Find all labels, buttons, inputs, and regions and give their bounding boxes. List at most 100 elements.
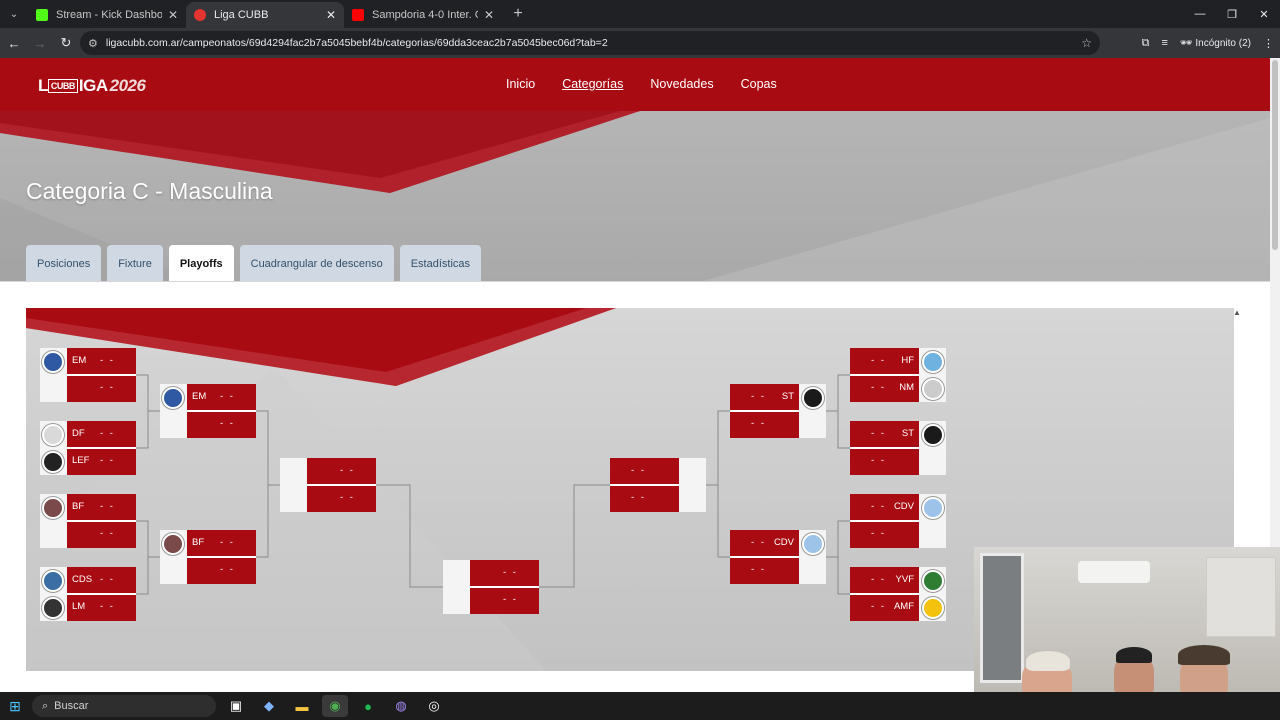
close-tab-icon[interactable]: ✕	[168, 8, 178, 22]
bracket-match[interactable]: BF - - - -	[40, 494, 136, 548]
youtube-favicon-icon	[352, 9, 364, 21]
close-tab-icon[interactable]: ✕	[484, 8, 494, 22]
browser-tab-title: Liga CUBB	[214, 9, 269, 21]
browser-tab-youtube[interactable]: Sampdoria 4-0 Inter. Gol de Cr ✕	[344, 2, 502, 28]
browser-tab-kick[interactable]: Stream - Kick Dashboard ✕	[28, 2, 186, 28]
bracket-match[interactable]: ST - - - -	[850, 421, 946, 475]
windows-start-icon[interactable]: ⊞	[0, 698, 30, 715]
bracket-slot: - -	[730, 411, 826, 438]
scroll-up-arrow-icon[interactable]: ▲	[1233, 308, 1241, 317]
window-controls: — ❐ ✕	[1184, 0, 1280, 28]
bracket-match[interactable]: DF - - LEF - -	[40, 421, 136, 475]
new-tab-button[interactable]: +	[508, 5, 528, 23]
bracket-slot: - -	[850, 521, 946, 548]
task-view-icon[interactable]: ▣	[223, 695, 249, 717]
browser-tab-title: Stream - Kick Dashboard	[56, 9, 162, 21]
incognito-badge[interactable]: 🕶 Incógnito (2)	[1180, 38, 1251, 49]
team-crest-bf-icon	[162, 533, 184, 555]
webcam-cabinet	[1206, 557, 1276, 637]
tab-cuadrangular[interactable]: Cuadrangular de descenso	[239, 245, 394, 282]
team-score: - -	[100, 501, 115, 512]
bracket-slot: - -	[160, 557, 256, 584]
nav-novedades[interactable]: Novedades	[650, 77, 713, 91]
team-score: - -	[100, 455, 115, 466]
bracket-slot: EM - -	[40, 348, 136, 375]
file-explorer-icon[interactable]: ▬	[289, 695, 315, 717]
liga-favicon-icon	[194, 9, 206, 21]
back-icon[interactable]: ←	[2, 36, 26, 51]
tab-posiciones[interactable]: Posiciones	[26, 245, 102, 282]
discord-icon[interactable]: ◍	[388, 695, 414, 717]
bracket-match[interactable]: BF - - - -	[160, 530, 256, 584]
tab-search-chevron-icon[interactable]: ⌄	[0, 0, 28, 28]
bracket-slot: - -	[443, 587, 539, 614]
bracket-match[interactable]: EM - - - -	[40, 348, 136, 402]
logo-letter: L	[38, 76, 48, 95]
tab-fixture[interactable]: Fixture	[107, 245, 163, 282]
bracket-slot: CDV - -	[850, 494, 946, 521]
url-text[interactable]: ligacubb.com.ar/campeonatos/69d4294fac2b…	[106, 37, 608, 49]
logo-badge: CUBB	[47, 79, 78, 93]
spotify-icon[interactable]: ●	[355, 695, 381, 717]
team-score: - -	[220, 564, 235, 575]
bracket-match[interactable]: EM - - - -	[160, 384, 256, 438]
bracket-slot: CDS - -	[40, 567, 136, 594]
webcam-overlay	[974, 547, 1280, 692]
bracket-connector-line	[136, 374, 149, 449]
restore-icon[interactable]: ❐	[1216, 0, 1248, 28]
bracket-match[interactable]: - - - -	[280, 458, 376, 512]
team-score: - -	[871, 601, 886, 612]
taskbar-search[interactable]: ⌕ Buscar	[32, 695, 216, 717]
close-tab-icon[interactable]: ✕	[326, 8, 336, 22]
nav-inicio[interactable]: Inicio	[506, 77, 535, 91]
tab-playoffs[interactable]: Playoffs	[168, 245, 234, 282]
bracket-slot: EM - -	[160, 384, 256, 411]
bracket-match[interactable]: CDS - - LM - -	[40, 567, 136, 621]
media-icon[interactable]: ≡	[1162, 37, 1168, 49]
webcam-air-conditioner	[1078, 561, 1150, 583]
team-score: - -	[100, 355, 115, 366]
browser-tab-liga[interactable]: Liga CUBB ✕	[186, 2, 344, 28]
forward-icon[interactable]: →	[28, 36, 52, 51]
bracket-slot: - -	[443, 560, 539, 587]
search-icon: ⌕	[42, 699, 49, 712]
bookmark-star-icon[interactable]: ☆	[1081, 36, 1092, 50]
copilot-icon[interactable]: ◆	[256, 695, 282, 717]
team-crest-yvf-icon	[922, 570, 944, 592]
bracket-connector-line	[376, 484, 443, 588]
bracket-match[interactable]: - - - -	[610, 458, 706, 512]
menu-kebab-icon[interactable]: ⋮	[1263, 37, 1274, 50]
webcam-person-1-cap	[1026, 651, 1070, 671]
site-logo[interactable]: L CUBB IGA 2026	[38, 76, 146, 96]
windows-taskbar: ⊞ ⌕ Buscar ▣ ◆ ▬ ◉ ● ◍ ◎	[0, 692, 1280, 720]
team-score: - -	[100, 574, 115, 585]
extensions-icon[interactable]: ⧉	[1142, 37, 1150, 50]
bracket-match[interactable]: CDV - - - -	[730, 530, 826, 584]
bracket-slot: NM - -	[850, 375, 946, 402]
nav-categorias[interactable]: Categorías	[562, 77, 623, 91]
bracket-slot: LM - -	[40, 594, 136, 621]
minimize-icon[interactable]: —	[1184, 0, 1216, 28]
bracket-match[interactable]: CDV - - - -	[850, 494, 946, 548]
taskbar-search-placeholder: Buscar	[54, 700, 89, 712]
close-window-icon[interactable]: ✕	[1248, 0, 1280, 28]
bracket-match[interactable]: - - - -	[443, 560, 539, 614]
scrollbar-thumb[interactable]	[1272, 60, 1278, 250]
category-tabs: Posiciones Fixture Playoffs Cuadrangular…	[26, 245, 482, 282]
nav-copas[interactable]: Copas	[741, 77, 777, 91]
bracket-connector-line	[717, 410, 730, 558]
reload-icon[interactable]: ↻	[54, 35, 78, 51]
team-name: BF	[192, 537, 205, 548]
team-name: EM	[72, 355, 87, 366]
team-score: - -	[503, 594, 518, 605]
bracket-slot: BF - -	[160, 530, 256, 557]
bracket-connector-line	[256, 410, 269, 558]
chrome-icon[interactable]: ◉	[322, 695, 348, 717]
bracket-match[interactable]: YVF - - AMF - -	[850, 567, 946, 621]
tab-estadisticas[interactable]: Estadísticas	[399, 245, 482, 282]
omnibox[interactable]: ⚙ ligacubb.com.ar/campeonatos/69d4294fac…	[80, 31, 1100, 55]
obs-icon[interactable]: ◎	[421, 695, 447, 717]
bracket-match[interactable]: ST - - - -	[730, 384, 826, 438]
site-info-icon[interactable]: ⚙	[88, 37, 98, 50]
bracket-match[interactable]: HF - - NM - -	[850, 348, 946, 402]
